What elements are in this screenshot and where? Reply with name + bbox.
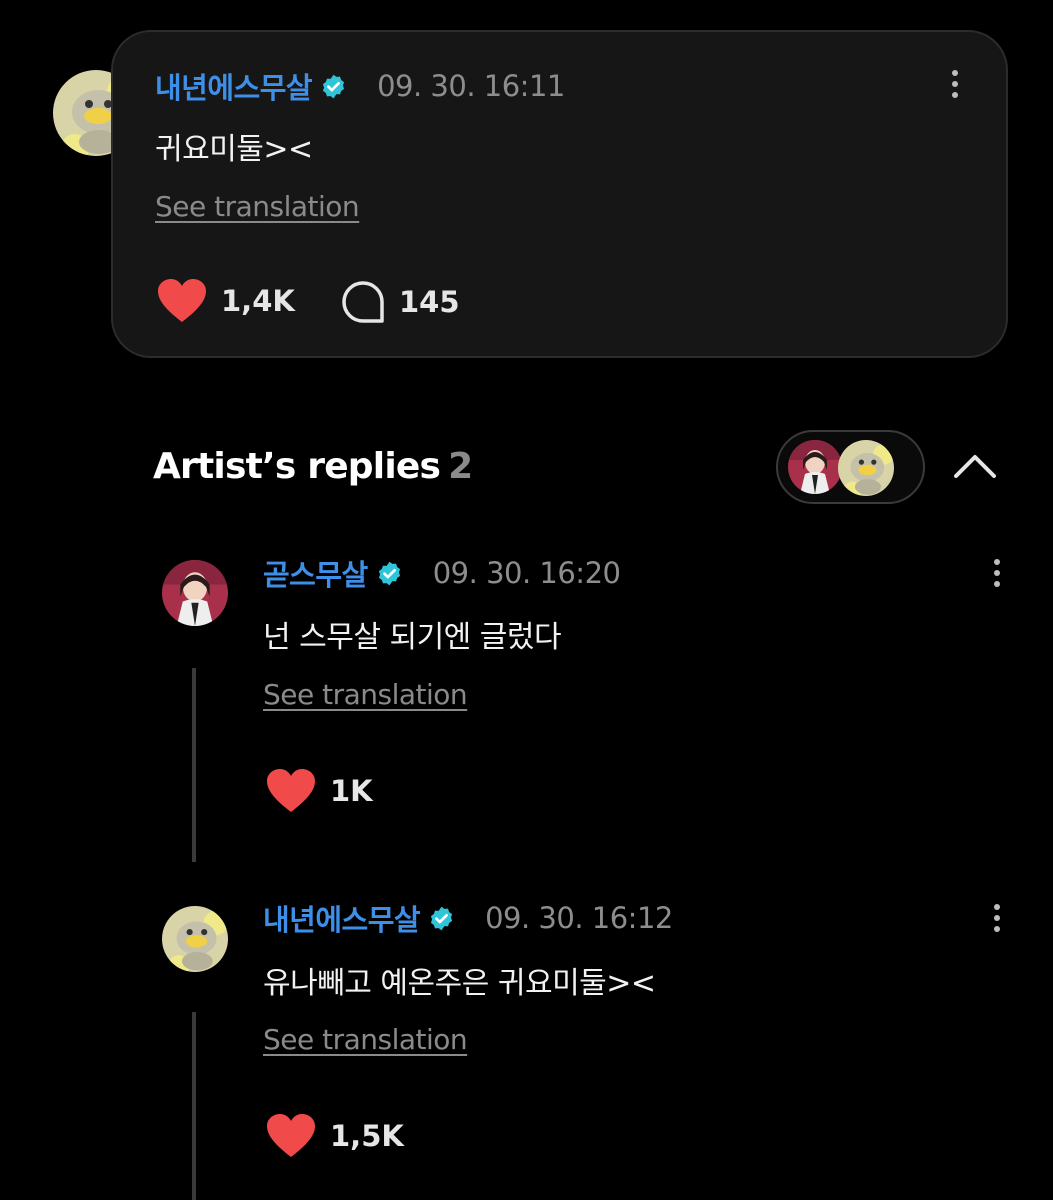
replier-avatars-pill[interactable] xyxy=(776,430,925,504)
reply-author-name[interactable]: 곧스무살 xyxy=(263,552,368,594)
reply-like-stat: 1K xyxy=(266,768,373,814)
reply-thread-line xyxy=(192,668,196,862)
duck-avatar-icon xyxy=(838,440,894,496)
reply-timestamp: 09. 30. 16:12 xyxy=(485,901,673,935)
artist-replies-count: 2 xyxy=(448,446,473,487)
post-card: 내년에스무살 09. 30. 16:11 귀요미둘>< See translat… xyxy=(111,30,1008,358)
reply-thread-line xyxy=(192,1012,196,1200)
reply-author-avatar[interactable] xyxy=(162,560,228,626)
post-like-stat: 1,4K xyxy=(157,278,295,324)
verified-badge-icon xyxy=(376,560,403,587)
girl-avatar-icon xyxy=(162,560,228,626)
comment-bubble-icon[interactable] xyxy=(341,280,385,324)
reply-more-options-icon[interactable] xyxy=(985,898,1009,938)
heart-icon[interactable] xyxy=(266,1113,316,1159)
post-more-options-icon[interactable] xyxy=(943,64,967,104)
post-timestamp: 09. 30. 16:11 xyxy=(377,69,565,103)
post-comment-stat: 145 xyxy=(341,280,460,324)
reply-text: 유나빼고 예온주은 귀요미둘>< xyxy=(263,966,656,1001)
verified-badge-icon xyxy=(320,73,347,100)
artist-replies-label: Artist’s replies xyxy=(153,446,441,487)
heart-icon[interactable] xyxy=(266,768,316,814)
post-author-name[interactable]: 내년에스무살 xyxy=(155,65,313,107)
post-comment-count: 145 xyxy=(399,285,460,319)
heart-icon[interactable] xyxy=(157,278,207,324)
collapse-chevron-up-icon[interactable] xyxy=(952,446,998,486)
reply-author-name[interactable]: 내년에스무살 xyxy=(263,897,421,939)
reply-like-stat: 1,5K xyxy=(266,1113,404,1159)
reply-more-options-icon[interactable] xyxy=(985,553,1009,593)
girl-avatar-icon xyxy=(788,440,842,494)
reply-author-row: 곧스무살 09. 30. 16:20 xyxy=(263,552,621,594)
artist-replies-title: Artist’s replies 2 xyxy=(153,446,473,487)
reply-like-count: 1,5K xyxy=(330,1119,404,1153)
verified-badge-icon xyxy=(428,905,455,932)
reply-text: 넌 스무살 되기엔 글렀다 xyxy=(263,620,562,655)
post-author-row: 내년에스무살 09. 30. 16:11 xyxy=(155,66,565,106)
post-see-translation-link[interactable]: See translation xyxy=(155,190,360,223)
reply-see-translation-link[interactable]: See translation xyxy=(263,678,468,711)
reply-author-avatar[interactable] xyxy=(162,906,228,972)
reply-author-row: 내년에스무살 09. 30. 16:12 xyxy=(263,898,673,938)
duck-avatar-icon xyxy=(162,906,228,972)
reply-see-translation-link[interactable]: See translation xyxy=(263,1023,468,1056)
replier-avatar-girl xyxy=(788,440,842,494)
reply-timestamp: 09. 30. 16:20 xyxy=(432,556,621,590)
post-text: 귀요미둘>< xyxy=(155,132,313,167)
post-like-count: 1,4K xyxy=(221,284,295,318)
replier-avatar-duck xyxy=(838,440,894,496)
reply-like-count: 1K xyxy=(330,774,373,808)
